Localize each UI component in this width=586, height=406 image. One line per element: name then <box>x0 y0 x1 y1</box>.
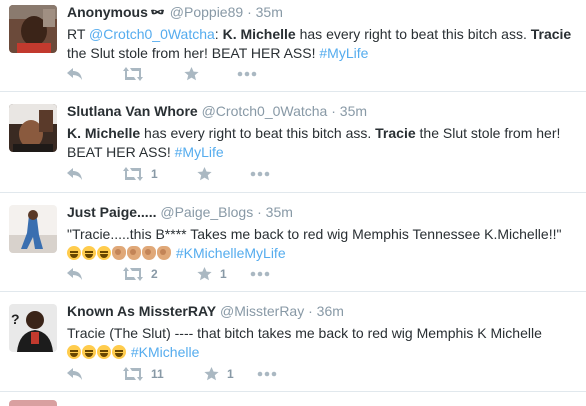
tweet[interactable]: Just Paige..... @Paige_Blogs · 35m "Trac… <box>0 193 586 292</box>
laughing-emoji-icon <box>97 246 111 260</box>
timestamp[interactable]: 35m <box>266 204 293 220</box>
tweet-header: Slutlana Van Whore @Crotch0_0Watcha · 35… <box>67 103 368 119</box>
bold-text: K. Michelle <box>67 125 141 141</box>
favorite-count: 1 <box>220 267 227 281</box>
avatar[interactable] <box>9 400 57 406</box>
more-button[interactable] <box>250 264 270 284</box>
avatar[interactable] <box>9 104 57 152</box>
avatar[interactable]: ? <box>9 304 57 352</box>
more-icon <box>257 371 277 377</box>
more-icon <box>250 171 270 177</box>
reply-button[interactable] <box>67 64 83 84</box>
retweet-count: 2 <box>151 267 158 281</box>
clapping-emoji-icon <box>112 246 126 260</box>
tweet-header: Anonymous @Poppie89 · 35m <box>67 4 283 20</box>
more-button[interactable] <box>250 164 270 184</box>
tweet[interactable]: ? Known As MissterRAY @MissterRay · 36m … <box>0 292 586 392</box>
retweet-count: 11 <box>151 367 164 381</box>
clapping-emoji-icon <box>142 246 156 260</box>
fullname[interactable]: Anonymous <box>67 4 148 20</box>
reply-button[interactable] <box>67 364 83 384</box>
favorite-button[interactable] <box>184 64 207 84</box>
avatar[interactable] <box>9 205 57 253</box>
star-icon <box>197 167 212 181</box>
star-icon <box>184 67 199 81</box>
bold-text: Tracie <box>530 26 572 42</box>
retweet-button[interactable]: 2 <box>123 264 158 284</box>
text-fragment: : <box>214 26 223 42</box>
retweet-icon <box>123 67 143 81</box>
retweet-count: 1 <box>151 167 158 181</box>
mention-link[interactable]: @Crotch0_0Watcha <box>89 26 215 42</box>
favorite-button[interactable] <box>197 164 220 184</box>
avatar[interactable] <box>9 5 57 53</box>
svg-text:?: ? <box>11 311 20 327</box>
more-button[interactable] <box>257 364 277 384</box>
tweet-header: Known As MissterRAY @MissterRay · 36m <box>67 303 344 319</box>
reply-button[interactable] <box>67 164 83 184</box>
timestamp[interactable]: 35m <box>340 103 367 119</box>
favorite-button[interactable]: 1 <box>197 264 227 284</box>
retweet-button[interactable]: 11 <box>123 364 164 384</box>
fullname[interactable]: Slutlana Van Whore <box>67 103 198 119</box>
favorite-count: 1 <box>227 367 234 381</box>
star-icon <box>197 267 212 281</box>
laughing-emoji-icon <box>112 345 126 359</box>
tweet-text: "Tracie.....this B**** Takes me back to … <box>67 225 578 263</box>
reply-icon <box>67 368 82 380</box>
tweet[interactable]: Slutlana Van Whore @Crotch0_0Watcha · 35… <box>0 92 586 193</box>
username[interactable]: @MissterRay <box>220 303 304 319</box>
reply-icon <box>67 168 82 180</box>
bold-text: K. Michelle <box>222 26 296 42</box>
retweet-button[interactable] <box>123 64 151 84</box>
timestamp[interactable]: 36m <box>317 303 344 319</box>
text-fragment: has every right to beat this bitch ass. <box>295 26 531 42</box>
text-fragment: "Tracie.....this B**** Takes me back to … <box>67 226 562 242</box>
retweet-icon <box>123 167 143 181</box>
tweet-text: Tracie (The Slut) ---- that bitch takes … <box>67 324 578 362</box>
username[interactable]: @Poppie89 <box>170 4 243 20</box>
laughing-emoji-icon <box>67 345 81 359</box>
laughing-emoji-icon <box>97 345 111 359</box>
timestamp[interactable]: 35m <box>256 4 283 20</box>
more-button[interactable] <box>237 64 257 84</box>
laughing-emoji-icon <box>82 345 96 359</box>
text-fragment: RT <box>67 26 90 42</box>
hashtag-link[interactable]: #KMichelle <box>131 344 199 360</box>
laughing-emoji-icon <box>82 246 96 260</box>
favorite-button[interactable]: 1 <box>204 364 234 384</box>
fullname[interactable]: Known As MissterRAY <box>67 303 216 319</box>
bold-text: Tracie <box>375 125 416 141</box>
reply-button[interactable] <box>67 264 83 284</box>
retweet-button[interactable]: 1 <box>123 164 158 184</box>
reply-icon <box>67 68 82 80</box>
text-fragment: Tracie (The Slut) ---- that bitch takes … <box>67 325 542 341</box>
username[interactable]: @Paige_Blogs <box>160 204 253 220</box>
laughing-emoji-icon <box>67 246 81 260</box>
star-icon <box>204 367 219 381</box>
clapping-emoji-icon <box>127 246 141 260</box>
retweet-icon <box>123 367 143 381</box>
more-icon <box>250 271 270 277</box>
hashtag-link[interactable]: #KMichelleMyLife <box>176 245 286 261</box>
tweet-text: RT @Crotch0_0Watcha: K. Michelle has eve… <box>67 25 578 63</box>
username[interactable]: @Crotch0_0Watcha <box>202 103 328 119</box>
mask-icon <box>150 9 164 15</box>
tweet[interactable]: Anonymous @Poppie89 · 35m RT @Crotch0_0W… <box>0 0 586 92</box>
hashtag-link[interactable]: #MyLife <box>175 144 224 160</box>
tweet-header: Just Paige..... @Paige_Blogs · 35m <box>67 204 293 220</box>
hashtag-link[interactable]: #MyLife <box>319 45 368 61</box>
text-fragment: has every right to beat this bitch ass. <box>140 125 376 141</box>
clapping-emoji-icon <box>157 246 171 260</box>
fullname[interactable]: Just Paige..... <box>67 204 156 220</box>
retweet-icon <box>123 267 143 281</box>
text-fragment: the Slut stole from her! BEAT HER ASS! <box>67 45 320 61</box>
tweet-text: K. Michelle has every right to beat this… <box>67 124 578 162</box>
reply-icon <box>67 268 82 280</box>
more-icon <box>237 71 257 77</box>
